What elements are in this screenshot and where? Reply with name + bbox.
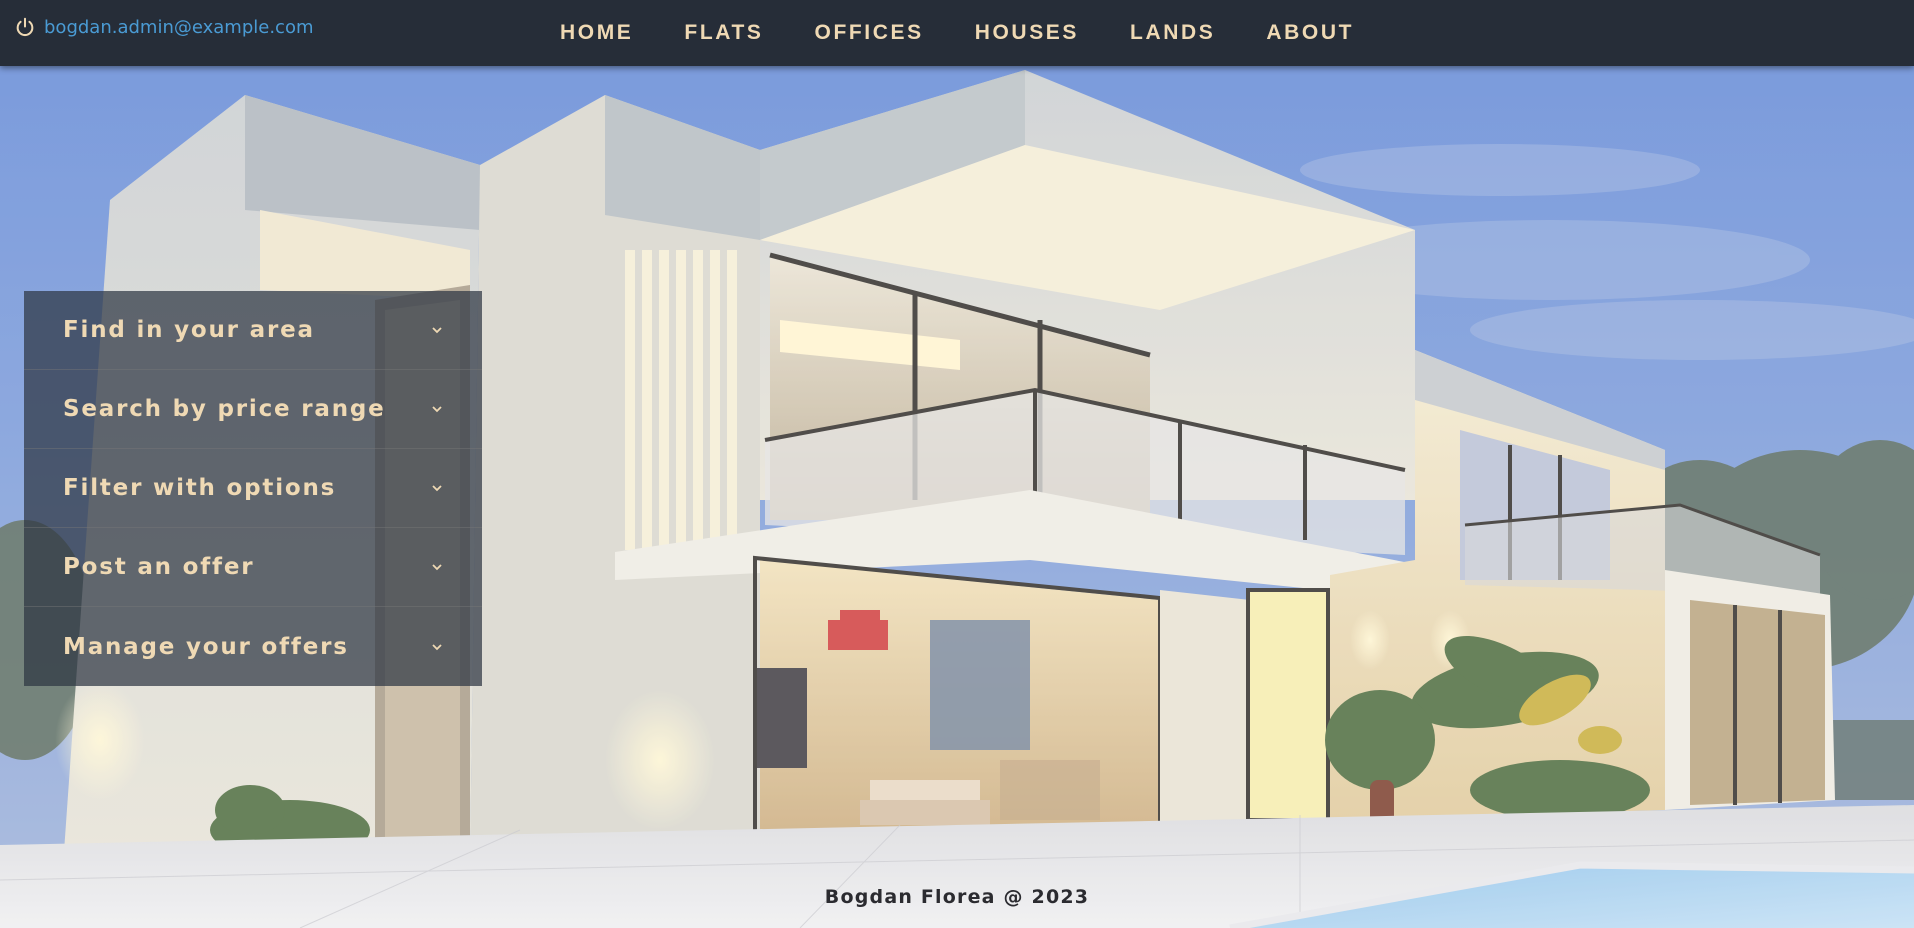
- menu-item-label: Post an offer: [63, 554, 255, 580]
- nav-flats[interactable]: FLATS: [684, 21, 763, 45]
- nav-home[interactable]: HOME: [560, 21, 633, 45]
- menu-item-label: Manage your offers: [63, 633, 349, 660]
- nav-houses[interactable]: HOUSES: [975, 21, 1079, 45]
- nav-offices[interactable]: OFFICES: [815, 21, 924, 45]
- nav-about[interactable]: ABOUT: [1266, 21, 1354, 45]
- menu-item-filter-options[interactable]: Filter with options: [24, 449, 482, 528]
- chevron-down-icon[interactable]: [430, 562, 444, 572]
- menu-item-manage-offers[interactable]: Manage your offers: [24, 607, 482, 686]
- side-accordion-menu: Find in your area Search by price range …: [24, 291, 482, 686]
- chevron-down-icon[interactable]: [430, 483, 444, 493]
- main-nav: HOME FLATS OFFICES HOUSES LANDS ABOUT: [560, 0, 1405, 66]
- chevron-down-icon[interactable]: [430, 404, 444, 414]
- chevron-down-icon[interactable]: [430, 325, 444, 335]
- top-navbar: bogdan.admin@example.com HOME FLATS OFFI…: [0, 0, 1914, 66]
- chevron-down-icon[interactable]: [430, 642, 444, 652]
- user-email-link[interactable]: bogdan.admin@example.com: [44, 17, 314, 38]
- nav-lands[interactable]: LANDS: [1130, 21, 1215, 45]
- menu-item-label: Search by price range: [63, 396, 386, 422]
- menu-item-search-price-range[interactable]: Search by price range: [24, 370, 482, 449]
- menu-item-label: Filter with options: [63, 475, 337, 501]
- footer-copyright: Bogdan Florea @ 2023: [824, 886, 1090, 908]
- menu-item-find-in-area[interactable]: Find in your area: [24, 291, 482, 370]
- page: bogdan.admin@example.com HOME FLATS OFFI…: [0, 0, 1914, 928]
- power-icon[interactable]: [14, 16, 36, 38]
- menu-item-post-offer[interactable]: Post an offer: [24, 528, 482, 607]
- menu-item-label: Find in your area: [63, 317, 315, 343]
- user-account[interactable]: bogdan.admin@example.com: [14, 16, 314, 38]
